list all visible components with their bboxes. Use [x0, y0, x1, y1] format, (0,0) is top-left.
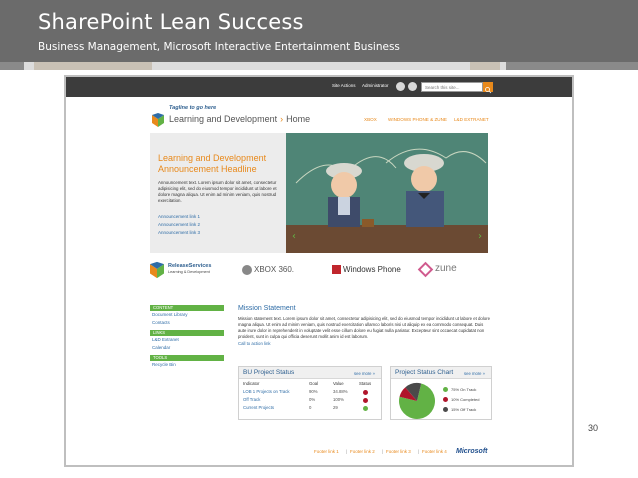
project-status-title: BU Project Status	[243, 369, 295, 376]
project-status-see-more[interactable]: see more »	[354, 371, 375, 376]
footer-link-3[interactable]: Footer link 3	[386, 449, 411, 454]
nav-xbox[interactable]: XBOX	[364, 117, 377, 122]
actual-value: 29	[333, 405, 338, 410]
site-footer: Footer link 1 | Footer link 2 | Footer l…	[314, 448, 488, 455]
release-services-label: ReleaseServices	[168, 263, 212, 269]
legend-item: 10% Completed	[443, 397, 479, 407]
indicator-link[interactable]: Current Projects	[243, 405, 274, 410]
goal-value: 0%	[309, 397, 316, 402]
site-name-link[interactable]: Learning and Development	[169, 114, 277, 124]
legend-item: 75% On Track	[443, 387, 479, 397]
search-icon	[485, 87, 492, 94]
xbox-icon	[242, 265, 252, 275]
project-status-webpart: BU Project Status see more » Indicator G…	[238, 366, 382, 420]
col-status: Status	[359, 381, 372, 386]
notes-icon[interactable]	[408, 82, 417, 91]
legend-item: 15% Off Track	[443, 407, 479, 417]
legend-swatch	[443, 387, 448, 392]
tag-icon[interactable]	[396, 82, 405, 91]
status-indicator	[363, 390, 368, 395]
table-row: LOB 1 Projects on Track 90% 34.88%	[243, 389, 385, 397]
decorative-stripes	[0, 62, 638, 70]
announcement-hero: Learning and Development Announcement He…	[150, 133, 488, 253]
hero-headline: Learning and Development Announcement He…	[158, 153, 267, 174]
quick-launch: CONTENT Document Library Contacts LINKS …	[150, 305, 224, 369]
zune-logo: zune	[435, 263, 457, 274]
status-pie-chart	[399, 383, 435, 419]
goal-value: 0	[309, 405, 312, 410]
table-row: Off Track 0% 100%	[243, 397, 385, 405]
windows-phone-logo: Windows Phone	[343, 265, 401, 274]
slide-title: SharePoint Lean Success	[38, 10, 304, 34]
announcement-link-2[interactable]: Announcement link 2	[158, 221, 200, 229]
xbox-360-logo: XBOX 360.	[254, 265, 295, 274]
status-chart-title: Project Status Chart	[395, 369, 454, 376]
sidebar-item-contacts[interactable]: Contacts	[150, 319, 224, 327]
release-services-logo-icon	[152, 113, 164, 127]
slide-subtitle: Business Management, Microsoft Interacti…	[38, 41, 400, 53]
prev-arrow-icon[interactable]: ‹	[292, 231, 296, 242]
status-indicator	[363, 406, 368, 411]
hero-body: Announcement text. Lorem ipsum dolor sit…	[158, 180, 277, 203]
col-goal: Goal	[309, 381, 319, 386]
nav-windows-phone-zune[interactable]: WINDOWS PHONE & ZUNE	[388, 117, 447, 122]
actual-value: 100%	[333, 397, 344, 402]
footer-link-2[interactable]: Footer link 2	[350, 449, 375, 454]
legend-label: 75% On Track	[451, 387, 477, 392]
top-bar: Site Actions Administrator Search this s…	[66, 77, 572, 97]
release-services-sublabel: Learning & Development	[168, 270, 210, 274]
legend-swatch	[443, 397, 448, 402]
goal-value: 90%	[309, 389, 318, 394]
status-indicator	[363, 398, 368, 403]
announcement-link-1[interactable]: Announcement link 1	[158, 213, 200, 221]
search-button[interactable]	[483, 82, 493, 94]
call-to-action-link[interactable]: Call to action link	[238, 341, 490, 346]
microsoft-logo: Microsoft	[456, 448, 488, 455]
search-input[interactable]: Search this site...	[421, 82, 483, 92]
project-status-chart-webpart: Project Status Chart see more » 75% On T…	[390, 366, 492, 420]
indicator-link[interactable]: LOB 1 Projects on Track	[243, 389, 290, 394]
page-number: 30	[588, 423, 599, 433]
mission-title: Mission Statement	[238, 305, 296, 312]
sidebar-item-recycle-bin[interactable]: Recycle Bin	[150, 361, 224, 369]
project-status-table: Indicator Goal Value Status LOB 1 Projec…	[243, 381, 385, 413]
announcement-link-3[interactable]: Announcement link 3	[158, 229, 200, 237]
table-row: Current Projects 0 29	[243, 405, 385, 413]
indicator-link[interactable]: Off Track	[243, 397, 260, 402]
status-chart-see-more[interactable]: see more »	[464, 371, 485, 376]
sidebar-item-ld-extranet[interactable]: L&D Extranet	[150, 336, 224, 344]
user-menu[interactable]: Administrator	[362, 83, 389, 88]
chevron-right-icon: ›	[280, 114, 284, 124]
release-services-icon	[150, 261, 164, 279]
hero-links: Announcement link 1 Announcement link 2 …	[158, 213, 200, 237]
site-tagline: Tagline to go here	[169, 105, 217, 111]
col-value: Value	[333, 381, 344, 386]
legend-swatch	[443, 407, 448, 412]
status-chart-legend: 75% On Track 10% Completed 15% Off Track	[443, 387, 479, 417]
sharepoint-site: Site Actions Administrator Search this s…	[66, 77, 572, 465]
site-actions-menu[interactable]: Site Actions	[332, 83, 356, 88]
sidebar-item-document-library[interactable]: Document Library	[150, 311, 224, 319]
col-indicator: Indicator	[243, 381, 260, 386]
partner-logos: ReleaseServices Learning & Development X…	[150, 259, 488, 281]
sidebar-item-calendar[interactable]: Calendar	[150, 344, 224, 352]
hero-photo: ‹ ›	[286, 133, 488, 253]
slide-banner: SharePoint Lean Success Business Managem…	[0, 0, 638, 62]
slide: SharePoint Lean Success Business Managem…	[0, 0, 638, 478]
footer-link-4[interactable]: Footer link 4	[422, 449, 447, 454]
breadcrumb: Learning and Development › Home	[169, 114, 310, 124]
mission-body: Mission statement text. Lorem ipsum dolo…	[238, 316, 490, 339]
mission-statement: Mission Statement Mission statement text…	[238, 305, 490, 346]
windows-icon	[332, 265, 341, 274]
legend-label: 15% Off Track	[451, 407, 477, 412]
current-page: Home	[286, 114, 311, 124]
footer-link-1[interactable]: Footer link 1	[314, 449, 339, 454]
screenshot-frame: Site Actions Administrator Search this s…	[64, 75, 574, 467]
nav-ld-extranet[interactable]: L&D EXTRANET	[454, 117, 489, 122]
actual-value: 34.88%	[333, 389, 348, 394]
legend-label: 10% Completed	[451, 397, 480, 402]
zune-icon	[417, 261, 434, 278]
next-arrow-icon[interactable]: ›	[478, 231, 482, 242]
